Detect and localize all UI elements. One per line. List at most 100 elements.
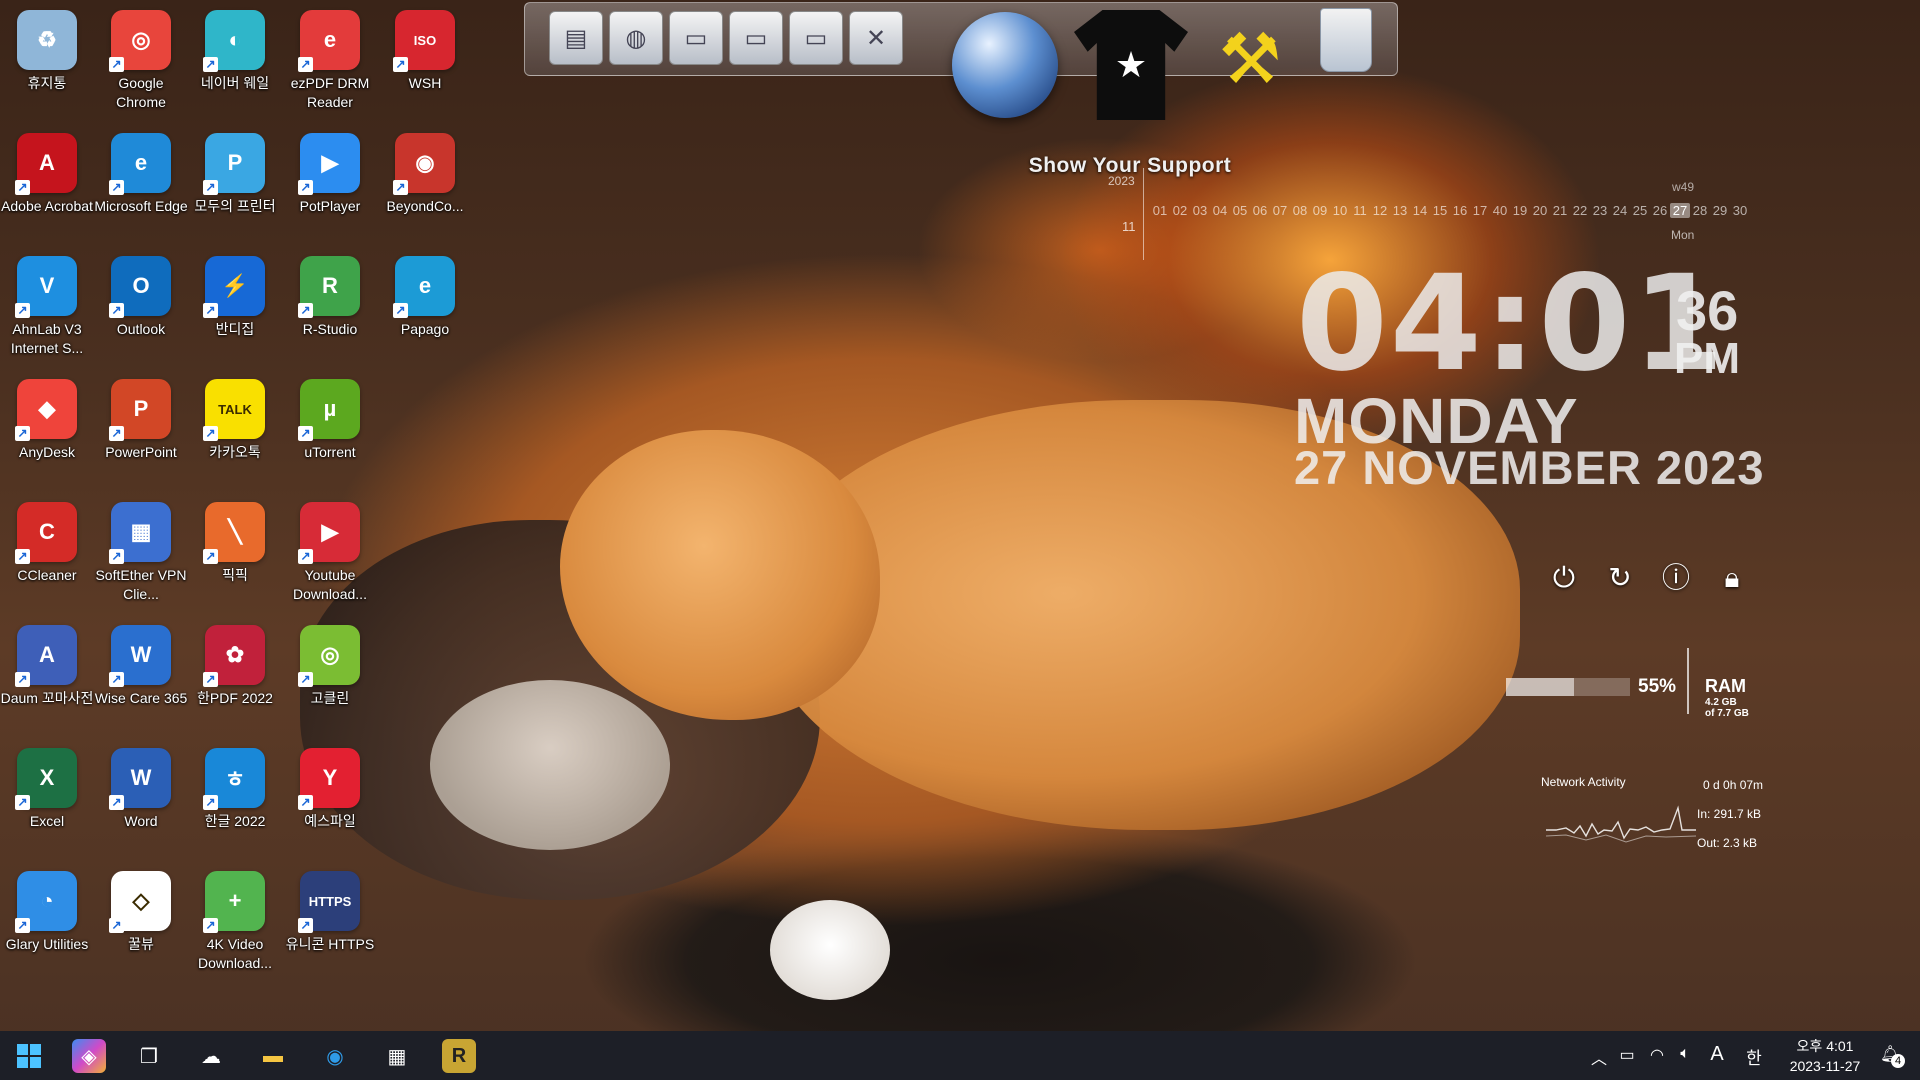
desktop-icon-label: Word (124, 813, 158, 829)
desktop-icon[interactable]: ㅎ ↗ 한글 2022 (188, 742, 282, 860)
dock-document-icon[interactable]: ▤ (549, 11, 603, 65)
desktop-icon[interactable]: ♻ 휴지통 (0, 4, 94, 122)
desktop-icon[interactable]: ✿ ↗ 한PDF 2022 (188, 619, 282, 737)
microsoft-store-icon[interactable]: ▦ (380, 1039, 414, 1073)
app-glyph: C (39, 519, 55, 544)
edge-taskbar-icon[interactable]: ◉ (318, 1039, 352, 1073)
desktop-icon[interactable]: HTTPS ↗ 유니콘 HTTPS (283, 865, 377, 983)
desktop-icon-label: 고클린 (310, 690, 350, 706)
shortcut-arrow-icon: ↗ (203, 180, 218, 195)
desktop-icon-label: Wise Care 365 (94, 690, 188, 706)
app-icon: ▦ ↗ (109, 502, 171, 564)
calendar-day: 02 (1172, 203, 1188, 218)
desktop-icon[interactable]: P ↗ PowerPoint (94, 373, 188, 491)
desktop-icon[interactable]: e ↗ Papago (378, 250, 472, 368)
task-view-icon[interactable]: ❐ (132, 1039, 166, 1073)
calendar-day: 03 (1192, 203, 1208, 218)
desktop-icon[interactable]: ISO ↗ WSH (378, 4, 472, 122)
desktop-icon[interactable]: ◎ ↗ 고클린 (283, 619, 377, 737)
copilot-icon[interactable]: ◈ (72, 1039, 106, 1073)
desktop-icon[interactable]: A ↗ Daum 꼬마사전 (0, 619, 94, 737)
dock-tools-icon[interactable]: ✕ (849, 11, 903, 65)
start-button[interactable] (12, 1039, 46, 1073)
desktop-icon[interactable]: O ↗ Outlook (94, 250, 188, 368)
globe-icon[interactable] (952, 12, 1058, 118)
hammer-icon[interactable]: ⚒ (1200, 14, 1300, 104)
volume-icon[interactable]: 🔈︎ (1674, 1045, 1696, 1063)
desktop-icon[interactable]: ▦ ↗ SoftEther VPN Clie... (94, 496, 188, 614)
desktop-icon[interactable]: TALK ↗ 카카오톡 (188, 373, 282, 491)
calendar-day: 08 (1292, 203, 1308, 218)
desktop-icon[interactable]: ▶ ↗ Youtube Download... (283, 496, 377, 614)
taskbar-clock[interactable]: 오후 4:01 2023-11-27 (1780, 1036, 1870, 1076)
dock-folder-icon[interactable]: ▭ (669, 11, 723, 65)
desktop-icon[interactable]: ◐ ↗ 네이버 웨일 (188, 4, 282, 122)
desktop-icon[interactable]: W ↗ Word (94, 742, 188, 860)
desktop-icon-label: SoftEther VPN Clie... (95, 567, 187, 602)
desktop-icon[interactable]: ◎ ↗ Google Chrome (94, 4, 188, 122)
shortcut-arrow-icon: ↗ (203, 918, 218, 933)
restart-icon[interactable]: ↻ (1602, 560, 1638, 596)
desktop-icon[interactable]: ▶ ↗ PotPlayer (283, 127, 377, 245)
desktop-icon-label: 반디집 (215, 321, 255, 337)
weather-cloud-icon[interactable]: ☁ (194, 1039, 228, 1073)
app-icon: X ↗ (15, 748, 77, 810)
notification-bell-icon[interactable]: 🔔︎ 4 (1880, 1044, 1906, 1068)
shortcut-arrow-icon: ↗ (298, 918, 313, 933)
calendar-week: w49 (1672, 180, 1695, 194)
r-app-icon[interactable]: R (442, 1039, 476, 1073)
app-glyph: ◇ (132, 888, 150, 913)
desktop-icon[interactable]: P ↗ 모두의 프린터 (188, 127, 282, 245)
app-icon: ✿ ↗ (203, 625, 265, 687)
shortcut-arrow-icon: ↗ (15, 795, 30, 810)
logoff-icon[interactable]: ⓘ (1658, 560, 1694, 596)
desktop-icon[interactable]: ◇ ↗ 꿀뷰 (94, 865, 188, 983)
desktop-icon[interactable]: ◆ ↗ AnyDesk (0, 373, 94, 491)
file-explorer-icon[interactable]: ▬ (256, 1039, 290, 1073)
desktop-icon[interactable]: e ↗ Microsoft Edge (94, 127, 188, 245)
shortcut-arrow-icon: ↗ (393, 57, 408, 72)
desktop-icon[interactable]: ╲ ↗ 픽픽 (188, 496, 282, 614)
shortcut-arrow-icon: ↗ (109, 918, 124, 933)
app-glyph: e (323, 27, 337, 52)
desktop-icon[interactable]: A ↗ Adobe Acrobat (0, 127, 94, 245)
network-uptime: 0 d 0h 07m (1703, 778, 1764, 792)
shortcut-arrow-icon: ↗ (298, 795, 313, 810)
app-glyph: Y (322, 765, 338, 790)
recycle-bin-dock-icon[interactable] (1320, 8, 1372, 72)
tray-chevron-up-icon[interactable]: ︿ (1588, 1045, 1610, 1069)
dock-folder-green-icon[interactable]: ▭ (729, 11, 783, 65)
desktop-icon-label: WSH (408, 75, 442, 91)
calendar-day: 28 (1692, 203, 1708, 218)
lock-icon[interactable]: 🔒︎ (1714, 560, 1750, 596)
calendar-day: 16 (1452, 203, 1468, 218)
shortcut-arrow-icon: ↗ (109, 57, 124, 72)
desktop-icon[interactable]: + ↗ 4K Video Download... (188, 865, 282, 983)
desktop-icon[interactable]: C ↗ CCleaner (0, 496, 94, 614)
desktop-icon[interactable]: µ ↗ uTorrent (283, 373, 377, 491)
desktop-icon-label: 한글 2022 (204, 813, 266, 829)
calendar-days: 01 02 03 04 05 06 07 08 09 10 11 12 13 14 15 16 17 40 19 20… (1150, 203, 1750, 218)
ime-hangul-indicator[interactable]: 한 (1743, 1044, 1765, 1069)
dock-folder-blue-icon[interactable]: ▭ (789, 11, 843, 65)
battery-icon[interactable]: ▭ (1616, 1045, 1638, 1065)
shortcut-arrow-icon: ↗ (203, 426, 218, 441)
desktop-icon-label: BeyondCo... (386, 198, 464, 214)
desktop-icon[interactable]: ⚡ ↗ 반디집 (188, 250, 282, 368)
desktop-icon[interactable]: ◔ ↗ Glary Utilities (0, 865, 94, 983)
ime-a-indicator[interactable]: A (1706, 1043, 1728, 1066)
desktop-icon[interactable]: e ↗ ezPDF DRM Reader (283, 4, 377, 122)
app-glyph: ◆ (38, 396, 56, 421)
desktop-icon-label: 한PDF 2022 (197, 690, 273, 706)
desktop-icon[interactable]: R ↗ R-Studio (283, 250, 377, 368)
shutdown-icon[interactable]: ⏻ (1546, 560, 1582, 596)
desktop-icon[interactable]: V ↗ AhnLab V3 Internet S... (0, 250, 94, 368)
desktop-icon[interactable]: ◉ ↗ BeyondCo... (378, 127, 472, 245)
dock-network-icon[interactable]: ◍ (609, 11, 663, 65)
desktop-icon[interactable]: Y ↗ 예스파일 (283, 742, 377, 860)
wifi-icon[interactable]: ◠ (1646, 1045, 1668, 1065)
desktop-icon[interactable]: X ↗ Excel (0, 742, 94, 860)
network-in: In: 291.7 kB (1697, 807, 1762, 821)
app-icon: O ↗ (109, 256, 171, 318)
desktop-icon[interactable]: W ↗ Wise Care 365 (94, 619, 188, 737)
